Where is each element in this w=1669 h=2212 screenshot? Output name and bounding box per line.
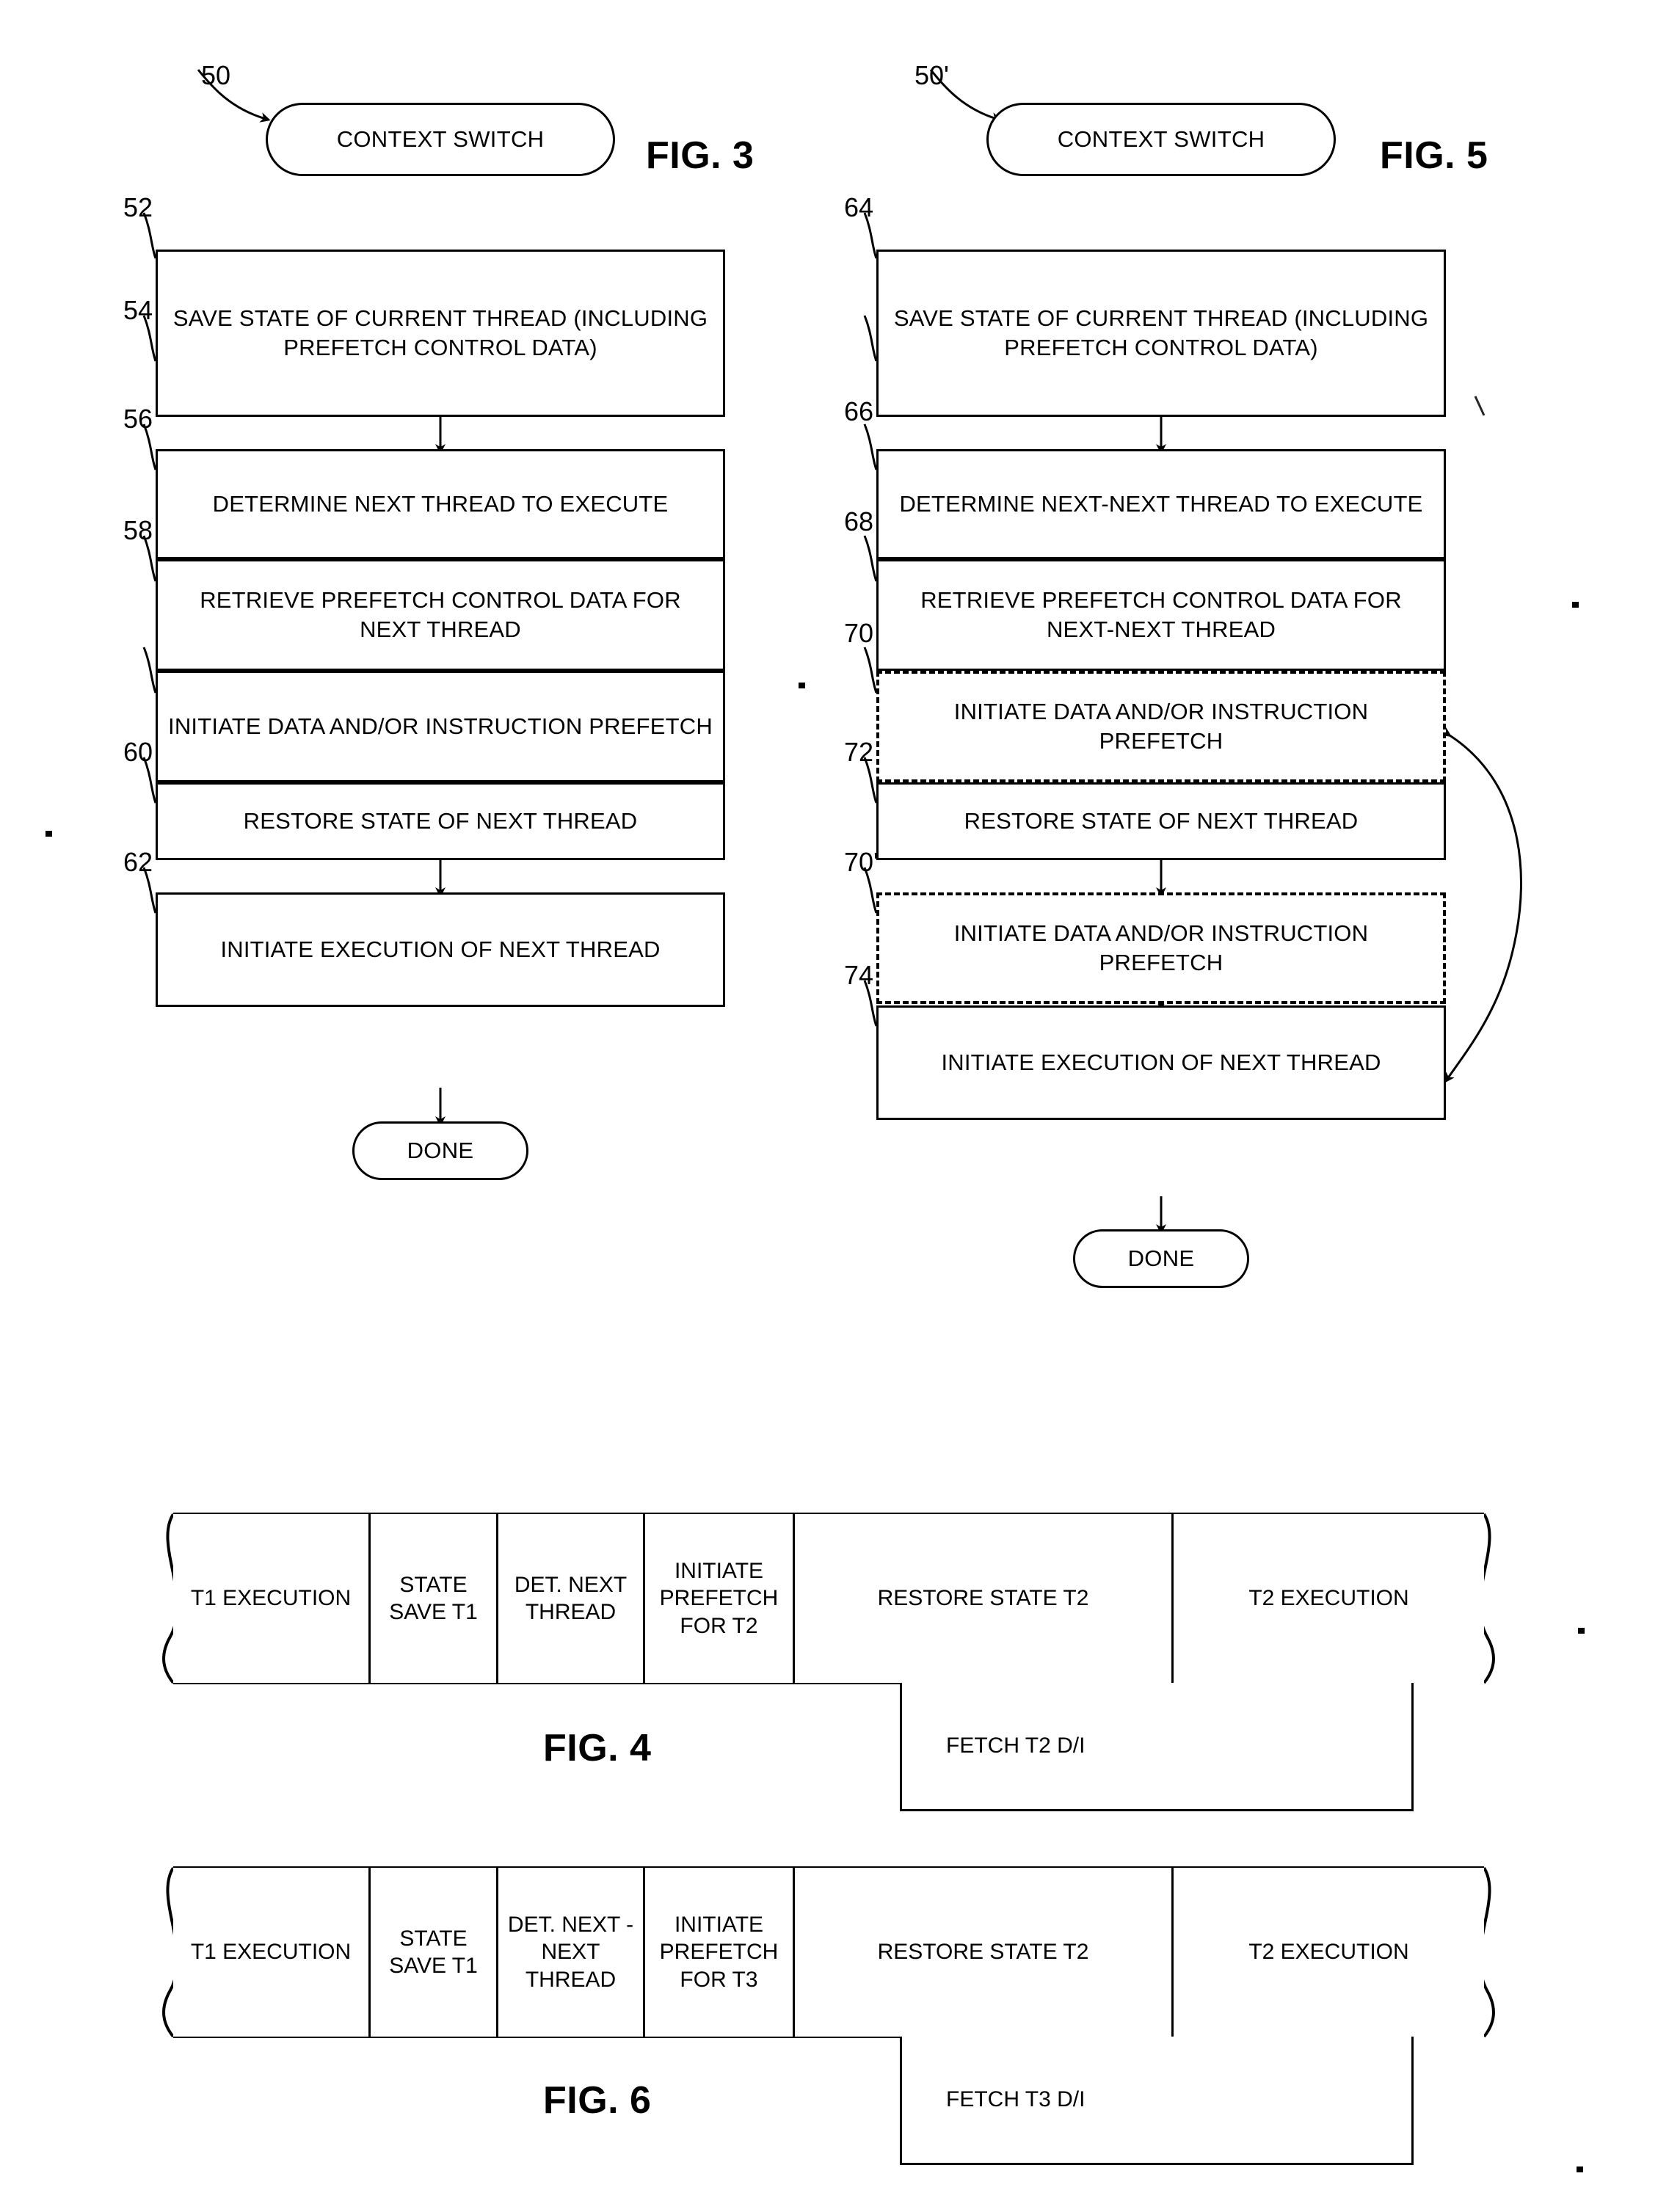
fig5-ref-72: 72 bbox=[844, 737, 874, 767]
patent-drawing-sheet: FIG. 3 50 CONTEXT SWITCH 52 SAVE STATE O… bbox=[0, 0, 1669, 2212]
fig3-caption: FIG. 3 bbox=[646, 134, 754, 177]
fig5-ref-64: 64 bbox=[844, 192, 874, 222]
fig3-step-58-label: INITIATE DATA AND/OR INSTRUCTION PREFETC… bbox=[168, 713, 713, 739]
fig5-end-terminal: DONE bbox=[1073, 1229, 1249, 1288]
fig5-step-70-label: INITIATE DATA AND/OR INSTRUCTION PREFETC… bbox=[953, 698, 1369, 754]
fig3-ref-50: 50 bbox=[201, 60, 231, 90]
fig6-cell-0: T1 EXECUTION bbox=[173, 1868, 368, 2037]
prefetch-alternative-arrow bbox=[1440, 727, 1522, 1083]
fig4-cell-2: DET. NEXT THREAD bbox=[496, 1514, 643, 1683]
fig4-cell-5: T2 EXECUTION bbox=[1171, 1514, 1484, 1683]
fig3-step-52-label: SAVE STATE OF CURRENT THREAD (INCLUDING … bbox=[172, 305, 708, 360]
fig3-ref-62: 62 bbox=[123, 847, 153, 877]
fig3-step-62-label: INITIATE EXECUTION OF NEXT THREAD bbox=[220, 936, 661, 962]
fig3-start-label: CONTEXT SWITCH bbox=[336, 126, 545, 152]
scan-speck-2 bbox=[799, 683, 805, 688]
fig6-cell-0-label: T1 EXECUTION bbox=[190, 1940, 352, 1965]
scan-speck-5 bbox=[1577, 2166, 1583, 2172]
fig5-step-64-label: SAVE STATE OF CURRENT THREAD (INCLUDING … bbox=[893, 305, 1429, 360]
fig6-fetch-row: FETCH T3 D/I bbox=[900, 2037, 1414, 2165]
fig3-ref-60: 60 bbox=[123, 737, 153, 767]
fig5-step-64: SAVE STATE OF CURRENT THREAD (INCLUDING … bbox=[876, 250, 1446, 417]
fig5-step-72: RESTORE STATE OF NEXT THREAD bbox=[876, 782, 1446, 860]
fig3-end-label: DONE bbox=[407, 1138, 474, 1163]
fig4-row: T1 EXECUTION STATE SAVE T1 DET. NEXT THR… bbox=[173, 1514, 1484, 1683]
fig4-fetch-row: FETCH T2 D/I bbox=[900, 1683, 1414, 1811]
fig6-cell-3: INITIATE PREFETCH FOR T3 bbox=[643, 1868, 793, 2037]
fig6-cell-4: RESTORE STATE T2 bbox=[793, 1868, 1171, 2037]
fig4-cell-5-label: T2 EXECUTION bbox=[1248, 1586, 1409, 1611]
fig4-cell-2-label: DET. NEXT THREAD bbox=[514, 1572, 628, 1625]
fig6-fetch-label: FETCH T3 D/I bbox=[946, 2087, 1086, 2111]
fig5-ref-74: 74 bbox=[844, 960, 874, 990]
fig3-step-52: SAVE STATE OF CURRENT THREAD (INCLUDING … bbox=[156, 250, 725, 417]
fig6-row: T1 EXECUTION STATE SAVE T1 DET. NEXT -NE… bbox=[173, 1868, 1484, 2037]
fig3-step-60-label: RESTORE STATE OF NEXT THREAD bbox=[243, 807, 638, 834]
fig3-step-54-label: DETERMINE NEXT THREAD TO EXECUTE bbox=[212, 490, 669, 517]
fig5-step-74: INITIATE EXECUTION OF NEXT THREAD bbox=[876, 1005, 1446, 1120]
fig6-cell-3-label: INITIATE PREFETCH FOR T3 bbox=[659, 1912, 779, 1992]
fig6-cell-4-label: RESTORE STATE T2 bbox=[877, 1940, 1089, 1965]
fig6-cell-1-label: STATE SAVE T1 bbox=[389, 1926, 478, 1979]
fig6-cell-5-label: T2 EXECUTION bbox=[1248, 1940, 1409, 1965]
fig6-caption: FIG. 6 bbox=[543, 2079, 652, 2122]
fig3-ref-54: 54 bbox=[123, 295, 153, 325]
fig6-cell-1: STATE SAVE T1 bbox=[368, 1868, 496, 2037]
scan-speck-3 bbox=[1572, 602, 1579, 608]
fig6-cell-2-label: DET. NEXT -NEXT THREAD bbox=[507, 1912, 634, 1992]
fig5-step-68-label: RETRIEVE PREFETCH CONTROL DATA FOR NEXT-… bbox=[920, 586, 1402, 642]
fig3-start-terminal: CONTEXT SWITCH bbox=[266, 103, 615, 176]
fig5-ref-70p: 70' bbox=[844, 847, 879, 877]
fig4-cell-0-label: T1 EXECUTION bbox=[190, 1586, 352, 1611]
fig5-step-74-label: INITIATE EXECUTION OF NEXT THREAD bbox=[941, 1049, 1381, 1075]
fig5-step-72-label: RESTORE STATE OF NEXT THREAD bbox=[964, 807, 1359, 834]
fig3-step-60: RESTORE STATE OF NEXT THREAD bbox=[156, 782, 725, 860]
fig5-step-70p-label: INITIATE DATA AND/OR INSTRUCTION PREFETC… bbox=[953, 920, 1369, 975]
fig3-step-56: RETRIEVE PREFETCH CONTROL DATA FOR NEXT … bbox=[156, 559, 725, 671]
fig3-end-terminal: DONE bbox=[352, 1121, 528, 1180]
fig4-fetch-label: FETCH T2 D/I bbox=[946, 1733, 1086, 1758]
fig5-caption: FIG. 5 bbox=[1380, 134, 1488, 177]
fig3-step-62: INITIATE EXECUTION OF NEXT THREAD bbox=[156, 892, 725, 1007]
fig5-step-66: DETERMINE NEXT-NEXT THREAD TO EXECUTE bbox=[876, 449, 1446, 559]
fig5-ref-66: 66 bbox=[844, 396, 874, 426]
scan-speck-1 bbox=[46, 831, 52, 837]
fig5-ref-70: 70 bbox=[844, 618, 874, 648]
fig3-ref-58: 58 bbox=[123, 515, 153, 545]
scan-speck-4 bbox=[1578, 1628, 1585, 1634]
fig4-cell-4: RESTORE STATE T2 bbox=[793, 1514, 1171, 1683]
fig4-cell-1: STATE SAVE T1 bbox=[368, 1514, 496, 1683]
fig4-cell-3-label: INITIATE PREFETCH FOR T2 bbox=[659, 1558, 779, 1638]
fig4-cell-4-label: RESTORE STATE T2 bbox=[877, 1586, 1089, 1611]
fig4-cell-1-label: STATE SAVE T1 bbox=[389, 1572, 478, 1625]
fig4-cell-0: T1 EXECUTION bbox=[173, 1514, 368, 1683]
fig3-step-58: INITIATE DATA AND/OR INSTRUCTION PREFETC… bbox=[156, 671, 725, 782]
fig3-step-54: DETERMINE NEXT THREAD TO EXECUTE bbox=[156, 449, 725, 559]
fig3-ref-56: 56 bbox=[123, 404, 153, 434]
fig5-ref-68: 68 bbox=[844, 506, 874, 536]
fig6-cell-2: DET. NEXT -NEXT THREAD bbox=[496, 1868, 643, 2037]
fig5-ref-50p: 50' bbox=[915, 60, 949, 90]
fig4-caption: FIG. 4 bbox=[543, 1727, 652, 1769]
fig5-step-66-label: DETERMINE NEXT-NEXT THREAD TO EXECUTE bbox=[899, 490, 1423, 517]
fig3-step-56-label: RETRIEVE PREFETCH CONTROL DATA FOR NEXT … bbox=[200, 586, 681, 642]
fig5-end-label: DONE bbox=[1127, 1245, 1195, 1271]
fig5-step-68: RETRIEVE PREFETCH CONTROL DATA FOR NEXT-… bbox=[876, 559, 1446, 671]
fig5-step-70: INITIATE DATA AND/OR INSTRUCTION PREFETC… bbox=[876, 671, 1446, 782]
fig4-cell-3: INITIATE PREFETCH FOR T2 bbox=[643, 1514, 793, 1683]
fig5-start-terminal: CONTEXT SWITCH bbox=[986, 103, 1336, 176]
fig5-step-70-prime: INITIATE DATA AND/OR INSTRUCTION PREFETC… bbox=[876, 892, 1446, 1004]
fig6-cell-5: T2 EXECUTION bbox=[1171, 1868, 1484, 2037]
fig3-ref-52: 52 bbox=[123, 192, 153, 222]
fig5-start-label: CONTEXT SWITCH bbox=[1057, 126, 1265, 152]
